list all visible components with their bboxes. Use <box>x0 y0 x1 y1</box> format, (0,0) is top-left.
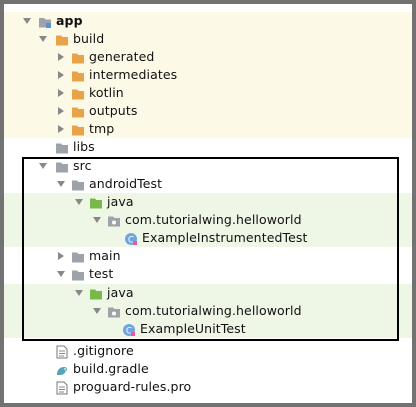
chevron-down-icon[interactable] <box>56 269 66 279</box>
tree-row-tmp[interactable]: tmp <box>4 120 412 138</box>
tree-row-outputs[interactable]: outputs <box>4 102 412 120</box>
chevron-right-icon[interactable] <box>56 251 66 261</box>
tree-row-build-gradle[interactable]: build.gradle <box>4 360 412 378</box>
chevron-right-icon[interactable] <box>56 124 66 134</box>
tree-row-java-test[interactable]: java <box>4 284 412 302</box>
tree-row-package-test[interactable]: com.tutorialwing.helloworld <box>4 302 412 320</box>
tree-label-proguard: proguard-rules.pro <box>73 379 192 394</box>
folder-grey-icon <box>71 267 85 281</box>
tree-label-test: test <box>89 266 114 281</box>
gradle-icon <box>55 362 69 376</box>
chevron-down-icon[interactable] <box>22 16 32 26</box>
chevron-down-icon[interactable] <box>74 288 84 298</box>
tree-label-package-test: com.tutorialwing.helloworld <box>125 303 302 318</box>
tree-row-java-androidtest[interactable]: java <box>4 193 412 211</box>
tree-row-gitignore[interactable]: .gitignore <box>4 342 412 360</box>
tree-label-java-androidtest: java <box>107 194 134 209</box>
chevron-down-icon[interactable] <box>38 34 48 44</box>
tree-row-build[interactable]: build <box>4 30 412 48</box>
tree-label-kotlin: kotlin <box>89 85 124 100</box>
chevron-right-icon[interactable] <box>56 70 66 80</box>
tree-row-instrumented-test[interactable]: C ExampleInstrumentedTest <box>4 229 412 247</box>
package-icon <box>107 213 121 227</box>
tree-row-src[interactable]: src <box>4 157 412 175</box>
chevron-down-icon[interactable] <box>92 215 102 225</box>
tree-label-build-gradle: build.gradle <box>73 361 149 376</box>
chevron-down-icon[interactable] <box>38 161 48 171</box>
tree-label-instrumented-test: ExampleInstrumentedTest <box>142 230 308 245</box>
project-tree-panel: app build generated intermediates kotlin… <box>4 4 412 403</box>
kotlin-class-icon: C <box>124 231 138 246</box>
folder-orange-icon <box>71 122 85 136</box>
folder-orange-icon <box>71 68 85 82</box>
folder-grey-icon <box>71 249 85 263</box>
folder-grey-icon <box>55 140 69 154</box>
tree-row-package-androidtest[interactable]: com.tutorialwing.helloworld <box>4 211 412 229</box>
text-file-icon <box>55 344 69 359</box>
chevron-down-icon[interactable] <box>56 179 66 189</box>
chevron-down-icon[interactable] <box>74 197 84 207</box>
tree-row-test[interactable]: test <box>4 265 412 283</box>
folder-orange-icon <box>71 104 85 118</box>
module-folder-icon <box>38 14 52 28</box>
tree-label-outputs: outputs <box>89 103 138 118</box>
folder-orange-icon <box>71 50 85 64</box>
tree-label-app: app <box>56 13 83 28</box>
folder-grey-icon <box>55 159 69 173</box>
folder-green-icon <box>89 195 103 209</box>
tree-row-libs[interactable]: libs <box>4 138 412 156</box>
folder-grey-icon <box>71 177 85 191</box>
tree-row-main[interactable]: main <box>4 247 412 265</box>
tree-label-androidtest: androidTest <box>89 176 163 191</box>
chevron-right-icon[interactable] <box>56 106 66 116</box>
tree-label-src: src <box>73 158 92 173</box>
tree-row-unit-test[interactable]: C ExampleUnitTest <box>4 320 412 338</box>
tree-row-kotlin[interactable]: kotlin <box>4 84 412 102</box>
chevron-down-icon[interactable] <box>92 306 102 316</box>
kotlin-class-icon: C <box>122 322 136 337</box>
tree-label-unit-test: ExampleUnitTest <box>140 321 246 336</box>
tree-row-proguard[interactable]: proguard-rules.pro <box>4 378 412 396</box>
tree-row-androidtest[interactable]: androidTest <box>4 175 412 193</box>
tree-row-app[interactable]: app <box>4 12 412 30</box>
chevron-right-icon[interactable] <box>56 88 66 98</box>
tree-label-intermediates: intermediates <box>89 67 178 82</box>
tree-label-gitignore: .gitignore <box>73 343 134 358</box>
tree-label-libs: libs <box>73 139 95 154</box>
tree-label-java-test: java <box>107 285 134 300</box>
tree-row-generated[interactable]: generated <box>4 48 412 66</box>
tree-label-package-androidtest: com.tutorialwing.helloworld <box>125 212 302 227</box>
folder-orange-icon <box>71 86 85 100</box>
tree-label-tmp: tmp <box>89 121 115 136</box>
folder-orange-icon <box>55 32 69 46</box>
chevron-right-icon[interactable] <box>56 52 66 62</box>
tree-label-main: main <box>89 248 121 263</box>
package-icon <box>107 304 121 318</box>
folder-green-icon <box>89 286 103 300</box>
text-file-icon <box>55 380 69 395</box>
tree-label-generated: generated <box>89 49 155 64</box>
tree-label-build: build <box>73 31 105 46</box>
tree-row-intermediates[interactable]: intermediates <box>4 66 412 84</box>
